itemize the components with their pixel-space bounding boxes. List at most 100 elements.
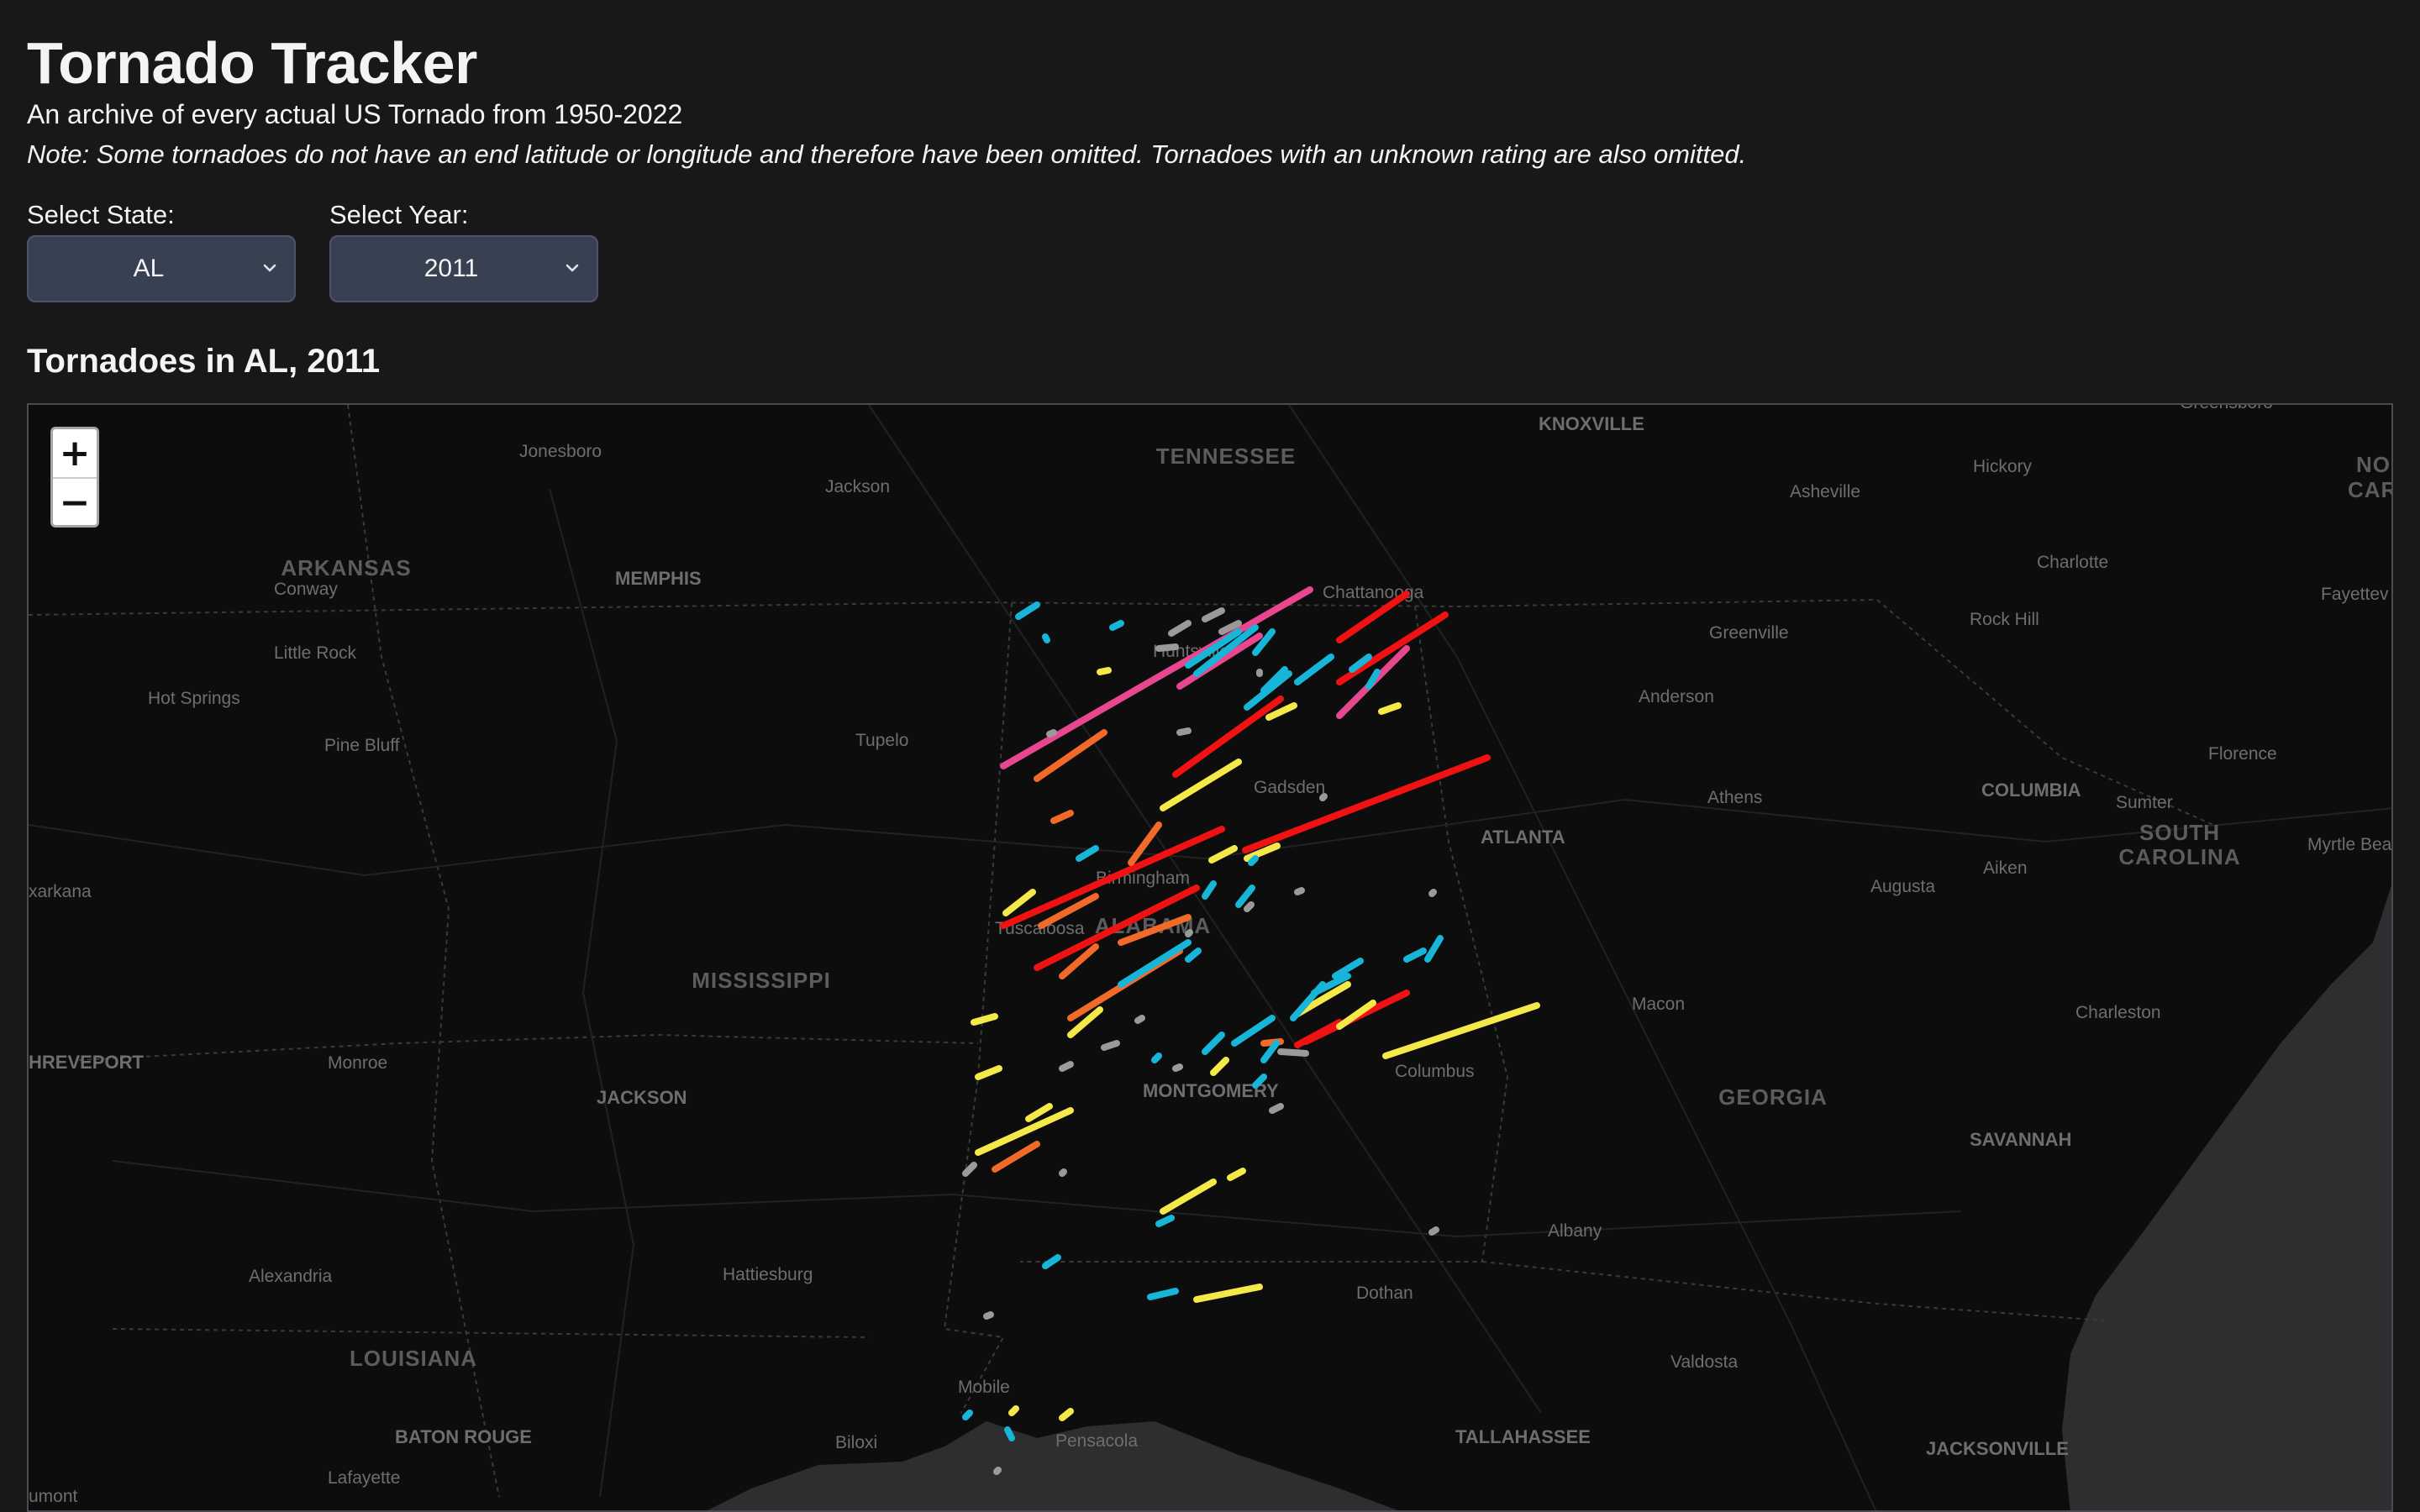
tornado-track-ef2[interactable] <box>1378 702 1402 715</box>
city-label: JACKSON <box>597 1087 687 1108</box>
tornado-track-ef1[interactable] <box>1015 601 1040 620</box>
tornado-track-ef0[interactable] <box>1185 929 1193 937</box>
tornado-track-ef1[interactable] <box>1151 1053 1162 1063</box>
tornado-track-ef2[interactable] <box>1382 1002 1540 1059</box>
tornado-track-ef0[interactable] <box>1101 1040 1120 1051</box>
tornado-track-ef4[interactable] <box>1336 612 1449 685</box>
state-select-label: Select State: <box>27 200 175 229</box>
gulf-of-mexico <box>708 1421 1398 1510</box>
tornado-track-ef0[interactable] <box>1269 1103 1284 1114</box>
city-label: Greensboro <box>2180 405 2273 412</box>
tornado-track-ef2[interactable] <box>1193 1284 1263 1303</box>
tornado-track-ef1[interactable] <box>1118 939 1192 988</box>
state-select-value: AL <box>133 255 165 282</box>
tornado-track-ef0[interactable] <box>1244 901 1255 912</box>
tornado-track-ef0[interactable] <box>1046 729 1057 738</box>
tornado-track-ef2[interactable] <box>1059 1408 1074 1421</box>
tornado-track-ef0[interactable] <box>1168 620 1192 637</box>
tornado-track-ef1[interactable] <box>1185 948 1202 963</box>
map-heading: Tornadoes in AL, 2011 <box>27 343 381 380</box>
tornado-track-ef3[interactable] <box>992 1141 1040 1173</box>
tornado-tracks[interactable] <box>962 586 1540 1475</box>
tornado-track-ef1[interactable] <box>1248 855 1259 866</box>
city-label: Charleston <box>2075 1003 2161 1022</box>
tornado-track-ef2[interactable] <box>1210 1057 1229 1076</box>
tornado-track-ef5[interactable] <box>1000 586 1313 769</box>
tornado-track-ef0[interactable] <box>993 1467 1002 1475</box>
year-select[interactable]: 2011 <box>329 235 598 302</box>
state-label-north-carolina-1: NO <box>2356 452 2391 477</box>
tornado-track-ef0[interactable] <box>1155 643 1179 652</box>
tornado-track-ef2[interactable] <box>975 1065 1002 1080</box>
tornado-map[interactable]: TENNESSEE ARKANSAS MISSISSIPPI ALABAMA G… <box>27 403 2393 1512</box>
tornado-track-ef2[interactable] <box>1160 1179 1217 1215</box>
tornado-track-ef2[interactable] <box>1227 1168 1246 1181</box>
city-label: Alexandria <box>249 1267 333 1286</box>
tornado-track-ef1[interactable] <box>962 1410 973 1420</box>
tornado-track-ef1[interactable] <box>1403 948 1427 963</box>
tornado-track-ef0[interactable] <box>1428 1226 1439 1236</box>
tornado-track-ef1[interactable] <box>1424 935 1444 963</box>
tornado-track-ef1[interactable] <box>1231 1015 1276 1047</box>
city-label: KNOXVILLE <box>1539 413 1644 434</box>
tornado-track-ef1[interactable] <box>1202 1032 1225 1055</box>
tornado-track-ef0[interactable] <box>1059 1061 1074 1072</box>
atlantic-ocean <box>2062 885 2391 1510</box>
city-label: Athens <box>1707 788 1762 807</box>
zoom-in-button[interactable]: + <box>53 429 97 477</box>
tornado-track-ef2[interactable] <box>1002 889 1036 916</box>
tornado-track-ef1[interactable] <box>1155 1215 1175 1227</box>
tornado-track-ef2[interactable] <box>975 1107 1074 1156</box>
tornado-track-ef0[interactable] <box>983 1311 994 1320</box>
tornado-track-ef2[interactable] <box>1008 1405 1019 1416</box>
tornado-track-ef1[interactable] <box>1004 1426 1015 1441</box>
map-canvas[interactable]: TENNESSEE ARKANSAS MISSISSIPPI ALABAMA G… <box>29 405 2393 1512</box>
city-label: Florence <box>2208 744 2277 764</box>
chevron-down-icon <box>566 264 579 272</box>
city-label: Charlotte <box>2037 553 2108 572</box>
city-label: COLUMBIA <box>1981 780 2081 801</box>
city-label: Jonesboro <box>519 442 602 461</box>
tornado-track-ef2[interactable] <box>971 1013 998 1026</box>
tornado-track-ef0[interactable] <box>1059 1168 1067 1177</box>
zoom-control: + − <box>50 427 99 528</box>
tornado-track-ef1[interactable] <box>1365 669 1381 690</box>
city-label: HREVEPORT <box>29 1052 144 1073</box>
tornado-track-ef1[interactable] <box>1042 1254 1061 1269</box>
zoom-out-button[interactable]: − <box>53 477 97 525</box>
tornado-track-ef3[interactable] <box>1050 810 1074 824</box>
tornado-track-ef2[interactable] <box>1025 1103 1053 1122</box>
city-label: Greenville <box>1709 623 1789 643</box>
state-label-south-carolina-1: SOUTH <box>2139 820 2220 845</box>
tornado-track-ef1[interactable] <box>1202 880 1217 900</box>
tornado-track-ef0[interactable] <box>1176 727 1192 736</box>
tornado-track-ef4[interactable] <box>1294 1019 1343 1048</box>
state-select[interactable]: AL <box>27 235 296 302</box>
tornado-track-ef4[interactable] <box>1172 696 1284 778</box>
state-label-north-carolina-2: CAR <box>2348 477 2393 502</box>
city-label: JACKSONVILLE <box>1926 1438 2069 1459</box>
page: Tornado Tracker An archive of every actu… <box>0 0 2420 1512</box>
city-label: Pine Bluff <box>324 736 400 755</box>
tornado-track-ef0[interactable] <box>1202 607 1225 622</box>
tornado-track-ef1[interactable] <box>1147 1288 1179 1300</box>
city-label: MEMPHIS <box>615 568 702 589</box>
tornado-track-ef0[interactable] <box>1172 1063 1183 1072</box>
city-label: SAVANNAH <box>1970 1129 2071 1150</box>
tornado-track-ef1[interactable] <box>1109 620 1124 631</box>
tornado-track-ef0[interactable] <box>1319 793 1328 801</box>
tornado-track-ef0[interactable] <box>1294 887 1305 895</box>
tornado-track-ef1[interactable] <box>1294 654 1334 685</box>
tornado-track-ef1[interactable] <box>1076 845 1099 862</box>
city-label: Conway <box>274 580 338 599</box>
tornado-track-ef2[interactable] <box>1160 759 1242 811</box>
tornado-track-ef0[interactable] <box>1134 1015 1145 1024</box>
tornado-track-ef0[interactable] <box>1428 889 1437 897</box>
state-label-arkansas: ARKANSAS <box>281 555 411 580</box>
year-select-label: Select Year: <box>329 200 469 229</box>
city-label: Pensacola <box>1055 1431 1138 1451</box>
tornado-track-ef2[interactable] <box>1097 667 1112 675</box>
tornado-track-ef1[interactable] <box>1042 633 1050 643</box>
tornado-track-ef0[interactable] <box>1277 1048 1309 1057</box>
page-subtitle: An archive of every actual US Tornado fr… <box>27 99 683 129</box>
